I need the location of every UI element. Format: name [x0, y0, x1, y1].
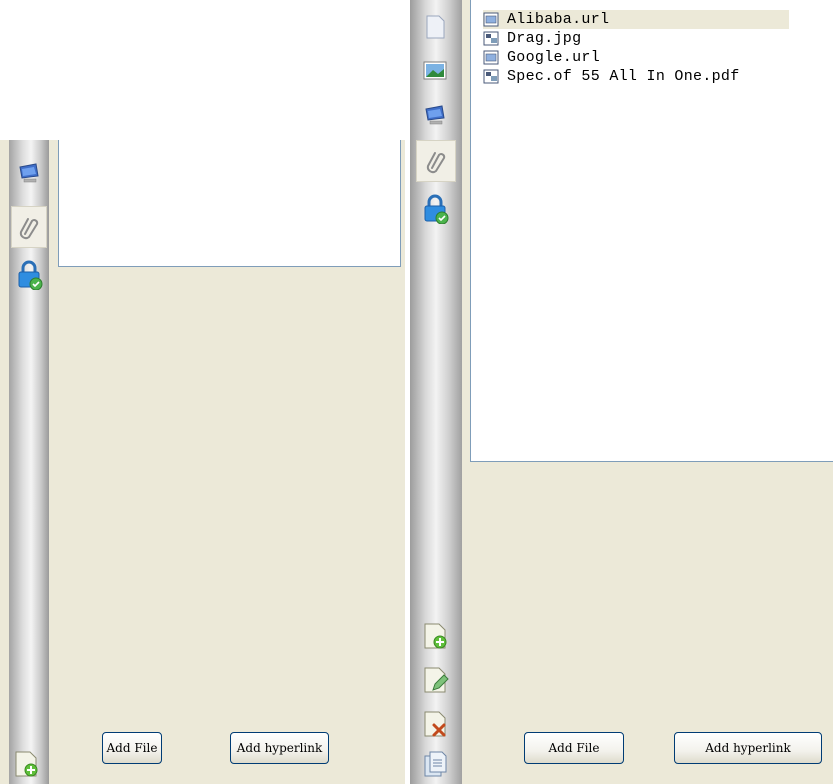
left-attachment-list[interactable] [58, 140, 401, 267]
copy-document-icon [424, 751, 447, 777]
paperclip-icon [19, 218, 39, 240]
screenshot-root: Add File Add hyperlink Alibaba.url Drag.… [0, 0, 833, 784]
rail-add-document[interactable] [9, 746, 43, 780]
right-sidebar-rail [410, 0, 462, 784]
rail-tab-pictures[interactable] [418, 54, 452, 88]
picture-icon [423, 61, 447, 80]
file-list-item[interactable]: Google.url [483, 48, 600, 67]
url-file-icon [483, 12, 499, 27]
file-name: Google.url [507, 49, 601, 66]
lock-check-icon [18, 260, 43, 290]
left-attachment-panel: Add File Add hyperlink [0, 140, 405, 784]
paperclip-icon [426, 152, 446, 174]
file-list-item[interactable]: Drag.jpg [483, 29, 581, 48]
rail-copy-attachment[interactable] [418, 748, 452, 782]
file-name: Alibaba.url [507, 11, 610, 28]
file-list-item[interactable]: Spec.of 55 All In One.pdf [483, 67, 740, 86]
add-file-button[interactable]: Add File [102, 732, 162, 764]
file-name: Spec.of 55 All In One.pdf [507, 68, 740, 85]
rail-tab-attachments[interactable] [11, 206, 47, 248]
computer-icon [425, 105, 445, 125]
document-icon [426, 15, 445, 39]
add-hyperlink-button[interactable]: Add hyperlink [230, 732, 329, 764]
add-hyperlink-button[interactable]: Add hyperlink [674, 732, 822, 764]
add-document-icon [15, 751, 38, 777]
right-attachment-panel: Alibaba.url Drag.jpg Google.url Spec.of … [410, 0, 833, 784]
rail-tab-computer[interactable] [418, 98, 452, 132]
edit-document-icon [424, 667, 449, 693]
pdf-file-icon [483, 69, 499, 84]
rail-edit-attachment[interactable] [418, 662, 452, 696]
url-file-icon [483, 50, 499, 65]
add-file-button[interactable]: Add File [524, 732, 624, 764]
rail-tab-computer[interactable] [12, 156, 46, 190]
rail-tab-document[interactable] [418, 10, 452, 44]
rail-delete-attachment[interactable] [418, 706, 452, 740]
attachment-file-list[interactable]: Alibaba.url Drag.jpg Google.url Spec.of … [470, 0, 833, 462]
delete-document-icon [424, 711, 446, 737]
rail-add-attachment[interactable] [418, 618, 452, 652]
lock-check-icon [424, 194, 449, 224]
file-name: Drag.jpg [507, 30, 582, 47]
add-document-icon [424, 623, 447, 649]
computer-icon [19, 163, 39, 183]
left-sidebar-rail [9, 140, 49, 784]
rail-tab-security[interactable] [418, 192, 452, 226]
rail-tab-security[interactable] [12, 258, 46, 292]
file-list-item[interactable]: Alibaba.url [483, 10, 789, 29]
rail-tab-attachments[interactable] [416, 140, 456, 182]
image-file-icon [483, 31, 499, 46]
